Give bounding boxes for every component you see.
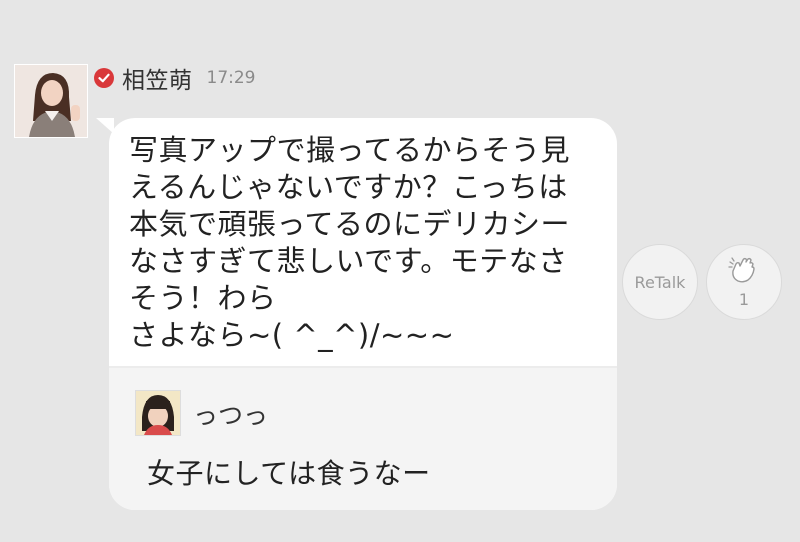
clap-count: 1 xyxy=(738,289,750,309)
verified-check-icon xyxy=(94,68,114,88)
message-bubble: 写真アップで撮ってるからそう見 えるんじゃないですか？こっちは 本気で頑張ってる… xyxy=(109,118,617,510)
retalk-button[interactable]: ReTalk xyxy=(622,244,698,320)
message-text: 写真アップで撮ってるからそう見 えるんじゃないですか？こっちは 本気で頑張ってる… xyxy=(129,133,571,352)
clap-button[interactable]: 1 xyxy=(706,244,782,320)
sender-name[interactable]: 相笠萌 xyxy=(122,61,193,95)
sender-avatar[interactable] xyxy=(14,64,88,138)
quoted-comment-text: 女子にしては食うなー xyxy=(147,457,431,490)
post-timestamp: 17:29 xyxy=(206,68,256,88)
quoted-user-name[interactable]: っつっ xyxy=(193,396,268,432)
retalk-label: ReTalk xyxy=(634,272,686,292)
clap-hands-icon xyxy=(726,256,762,288)
post-header: 相笠萌 17:29 xyxy=(94,62,256,94)
quoted-comment[interactable]: っつっ 女子にしては食うなー xyxy=(109,368,617,510)
quoted-user-avatar xyxy=(135,390,181,436)
